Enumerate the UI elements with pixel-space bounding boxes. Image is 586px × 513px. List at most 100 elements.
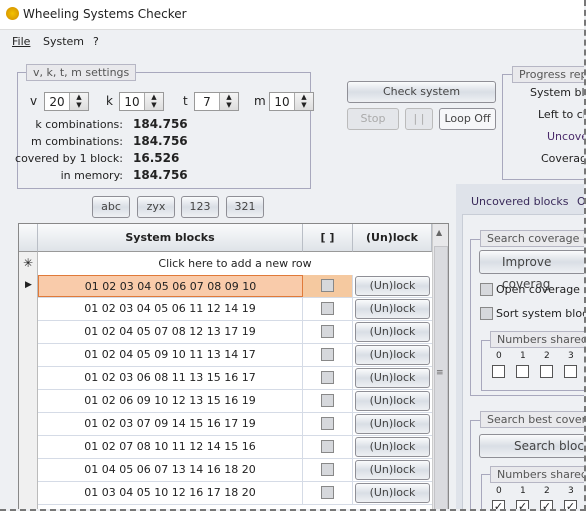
system-block-cell[interactable]: 01 02 06 09 10 12 13 15 16 19	[38, 390, 303, 412]
system-block-cell[interactable]: 01 02 04 05 07 08 12 13 17 19	[38, 321, 303, 343]
column-header-select[interactable]: [ ]	[303, 224, 353, 252]
improve-coverage-button[interactable]: Improve coverag	[479, 250, 584, 291]
row-checkbox[interactable]	[321, 440, 334, 453]
t-label: t	[183, 94, 188, 108]
table-row[interactable]: 01 03 04 05 10 12 16 17 18 20 (Un)lock	[38, 482, 432, 505]
table-row[interactable]: 01 02 03 06 08 11 13 15 16 17 (Un)lock	[38, 367, 432, 390]
row-headers	[19, 252, 38, 509]
system-block-cell[interactable]: 01 02 03 04 05 06 07 08 09 10	[38, 275, 303, 297]
best-shared-2-checkbox[interactable]: ✓	[540, 500, 553, 509]
table-row[interactable]: 01 02 03 04 05 06 11 12 14 19 (Un)lock	[38, 298, 432, 321]
title-bar: Wheeling Systems Checker	[0, 0, 584, 30]
sort-321-button[interactable]: 321	[226, 196, 264, 218]
v-stepper[interactable]: 20 ▲ ▼	[44, 92, 89, 111]
check-system-button[interactable]: Check system	[347, 81, 496, 103]
open-coverage-checkbox[interactable]	[480, 283, 493, 296]
search-blocks-button[interactable]: Search blocks	[479, 434, 584, 458]
unlock-button[interactable]: (Un)lock	[355, 460, 430, 480]
current-row-arrow-icon: ▶	[25, 280, 32, 290]
table-row[interactable]: 01 02 06 09 10 12 13 15 16 19 (Un)lock	[38, 390, 432, 413]
row-checkbox[interactable]	[321, 302, 334, 315]
table-row[interactable]: 01 02 03 04 05 06 07 08 09 10 (Un)lock	[38, 275, 432, 298]
select-cell	[303, 459, 353, 481]
tab-uncovered-blocks[interactable]: Uncovered blocks	[471, 195, 569, 208]
unlock-button[interactable]: (Un)lock	[355, 368, 430, 388]
stat-value: 184.756	[133, 134, 188, 148]
best-covering-legend: Search best coverin	[480, 411, 584, 428]
table-row[interactable]: 01 02 03 07 09 14 15 16 17 19 (Un)lock	[38, 413, 432, 436]
row-checkbox[interactable]	[321, 394, 334, 407]
row-checkbox[interactable]	[321, 417, 334, 430]
unlock-button[interactable]: (Un)lock	[355, 299, 430, 319]
table-row[interactable]: 01 02 04 05 09 10 11 13 14 17 (Un)lock	[38, 344, 432, 367]
progress-legend: Progress rep	[512, 66, 584, 83]
t-stepper[interactable]: 7 ▲ ▼	[194, 92, 239, 111]
shared-2-checkbox[interactable]	[540, 365, 553, 378]
system-block-cell[interactable]: 01 02 03 06 08 11 13 15 16 17	[38, 367, 303, 389]
k-stepper[interactable]: 10 ▲ ▼	[119, 92, 164, 111]
unlock-button[interactable]: (Un)lock	[355, 437, 430, 457]
table-row[interactable]: 01 02 07 08 10 11 12 14 15 16 (Un)lock	[38, 436, 432, 459]
row-checkbox[interactable]	[321, 325, 334, 338]
unlock-button[interactable]: (Un)lock	[355, 414, 430, 434]
best-shared-1-checkbox[interactable]: ✓	[516, 500, 529, 509]
m-stepper[interactable]: 10 ▲ ▼	[269, 92, 314, 111]
unlock-button[interactable]: (Un)lock	[355, 483, 430, 503]
k-label: k	[106, 94, 113, 108]
system-block-cell[interactable]: 01 03 04 05 10 12 16 17 18 20	[38, 482, 303, 504]
app-window: Wheeling Systems Checker File System ? v…	[0, 0, 586, 511]
number-label: 0	[496, 351, 502, 361]
shared-3-checkbox[interactable]	[564, 365, 577, 378]
menu-system[interactable]: System	[43, 35, 84, 48]
shared-1-checkbox[interactable]	[516, 365, 529, 378]
spin-arrows-icon: ▲ ▼	[69, 93, 88, 110]
unlock-button[interactable]: (Un)lock	[355, 345, 430, 365]
sort-blocks-label: Sort system block	[496, 307, 586, 320]
row-checkbox[interactable]	[321, 279, 334, 292]
menu-help[interactable]: ?	[93, 35, 99, 48]
system-block-cell[interactable]: 01 02 04 05 09 10 11 13 14 17	[38, 344, 303, 366]
number-label: 2	[544, 351, 550, 361]
vertical-scrollbar[interactable]: ▲ ≡	[432, 224, 448, 509]
best-shared-3-checkbox[interactable]: ✓	[564, 500, 577, 509]
add-new-row[interactable]: Click here to add a new row	[38, 252, 432, 275]
unlock-button[interactable]: (Un)lock	[355, 322, 430, 342]
tab-other[interactable]: O	[577, 195, 584, 208]
system-block-cell[interactable]: 01 02 03 07 09 14 15 16 17 19	[38, 413, 303, 435]
stat-value: 16.526	[133, 151, 180, 165]
best-shared-legend: Numbers shared	[490, 466, 584, 483]
stop-button[interactable]: Stop	[347, 108, 399, 130]
system-block-cell[interactable]: 01 02 03 04 05 06 11 12 14 19	[38, 298, 303, 320]
row-checkbox[interactable]	[321, 371, 334, 384]
select-cell	[303, 298, 353, 320]
select-cell	[303, 390, 353, 412]
shared-0-checkbox[interactable]	[492, 365, 505, 378]
scrollbar-thumb[interactable]	[434, 246, 448, 509]
number-label: 3	[568, 486, 574, 496]
unlock-button[interactable]: (Un)lock	[355, 391, 430, 411]
pause-button[interactable]: | |	[405, 108, 433, 130]
grip-icon: ≡	[436, 368, 444, 378]
m-label: m	[254, 94, 266, 108]
number-label: 2	[544, 486, 550, 496]
column-header-unlock[interactable]: (Un)lock	[353, 224, 432, 252]
table-row[interactable]: 01 02 04 05 07 08 12 13 17 19 (Un)lock	[38, 321, 432, 344]
sort-blocks-checkbox[interactable]	[480, 307, 493, 320]
system-block-cell[interactable]: 01 04 05 06 07 13 14 16 18 20	[38, 459, 303, 481]
select-cell	[303, 436, 353, 458]
system-block-cell[interactable]: 01 02 07 08 10 11 12 14 15 16	[38, 436, 303, 458]
progress-label: Left to ch	[538, 108, 586, 121]
select-cell	[303, 367, 353, 389]
row-checkbox[interactable]	[321, 463, 334, 476]
table-row[interactable]: 01 04 05 06 07 13 14 16 18 20 (Un)lock	[38, 459, 432, 482]
row-checkbox[interactable]	[321, 348, 334, 361]
best-shared-0-checkbox[interactable]: ✓	[492, 500, 505, 509]
loop-button[interactable]: Loop Off	[439, 108, 496, 130]
column-header-system-blocks[interactable]: System blocks	[38, 224, 303, 252]
sort-123-button[interactable]: 123	[181, 196, 219, 218]
unlock-button[interactable]: (Un)lock	[355, 276, 430, 296]
sort-zyx-button[interactable]: zyx	[137, 196, 175, 218]
sort-abc-button[interactable]: abc	[92, 196, 130, 218]
row-checkbox[interactable]	[321, 486, 334, 499]
menu-file[interactable]: File	[12, 35, 30, 48]
